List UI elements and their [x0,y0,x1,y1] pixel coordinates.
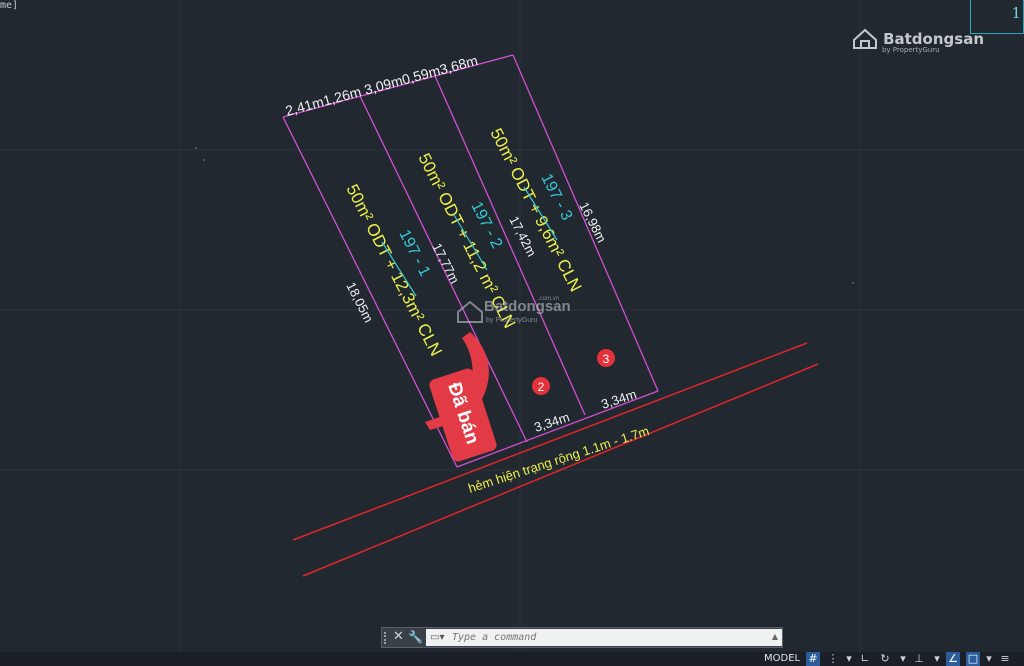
isodraft-icon[interactable]: ⊥ [912,652,926,666]
model-tab[interactable]: MODEL [764,653,800,664]
window-title-fragment: me] [0,0,19,11]
svg-text:by PropertyGuru: by PropertyGuru [486,317,537,324]
command-line: ✕ 🔧 ▭▾ ▲ [381,627,783,648]
grid [0,0,1024,666]
status-bar: MODEL # ⋮ ▾ ∟ ↻ ▾ ⊥ ▾ ∠ □ ▾ ≡ [0,652,1024,666]
watermark-sub: by PropertyGuru [881,46,940,54]
command-input[interactable] [426,629,782,646]
history-up-icon[interactable]: ▲ [772,632,778,641]
ortho-icon[interactable]: ∟ [858,652,872,666]
batdongsan-logo-icon [852,28,877,49]
side-dim-lot1: 18,05m [343,280,376,325]
isodraft-dropdown-icon[interactable]: ▾ [930,652,944,666]
corner-watermark: Batdongsan by PropertyGuru [852,28,984,54]
snap-dropdown-icon[interactable]: ▾ [842,652,856,666]
wrench-icon[interactable]: 🔧 [408,630,423,644]
marker-3: 3 [597,349,615,367]
marker-2: 2 [532,377,550,395]
customize-menu-icon[interactable]: ≡ [998,652,1012,666]
svg-text:2: 2 [538,380,545,394]
svg-text:3: 3 [603,352,610,366]
object-track-icon[interactable]: ∠ [946,652,960,666]
polar-dropdown-icon[interactable]: ▾ [896,652,910,666]
drag-handle-icon[interactable] [384,632,392,644]
close-icon[interactable]: ✕ [393,629,404,644]
svg-text:.com.vn: .com.vn [538,296,559,302]
object-snap-icon[interactable]: □ [966,652,980,666]
road-label: hẻm hiện trạng rộng 1.1m - 1.7m [466,423,651,496]
snap-icon[interactable]: ⋮ [826,652,840,666]
osnap-dropdown-icon[interactable]: ▾ [982,652,996,666]
front-dim-3: 3,34m [599,386,638,411]
grid-icon[interactable]: # [806,652,820,666]
drawing-canvas[interactable]: 2,41m1,26m 3,09m0,59m3,68m 18,05m 17,77m… [0,0,1024,666]
command-prompt-icon[interactable]: ▭▾ [430,632,444,643]
side-dim-lot2: 17,77m [429,241,462,286]
viewport-number: 1 [1011,4,1021,22]
polar-icon[interactable]: ↻ [878,652,892,666]
side-dim-right: 16,98m [576,200,609,245]
